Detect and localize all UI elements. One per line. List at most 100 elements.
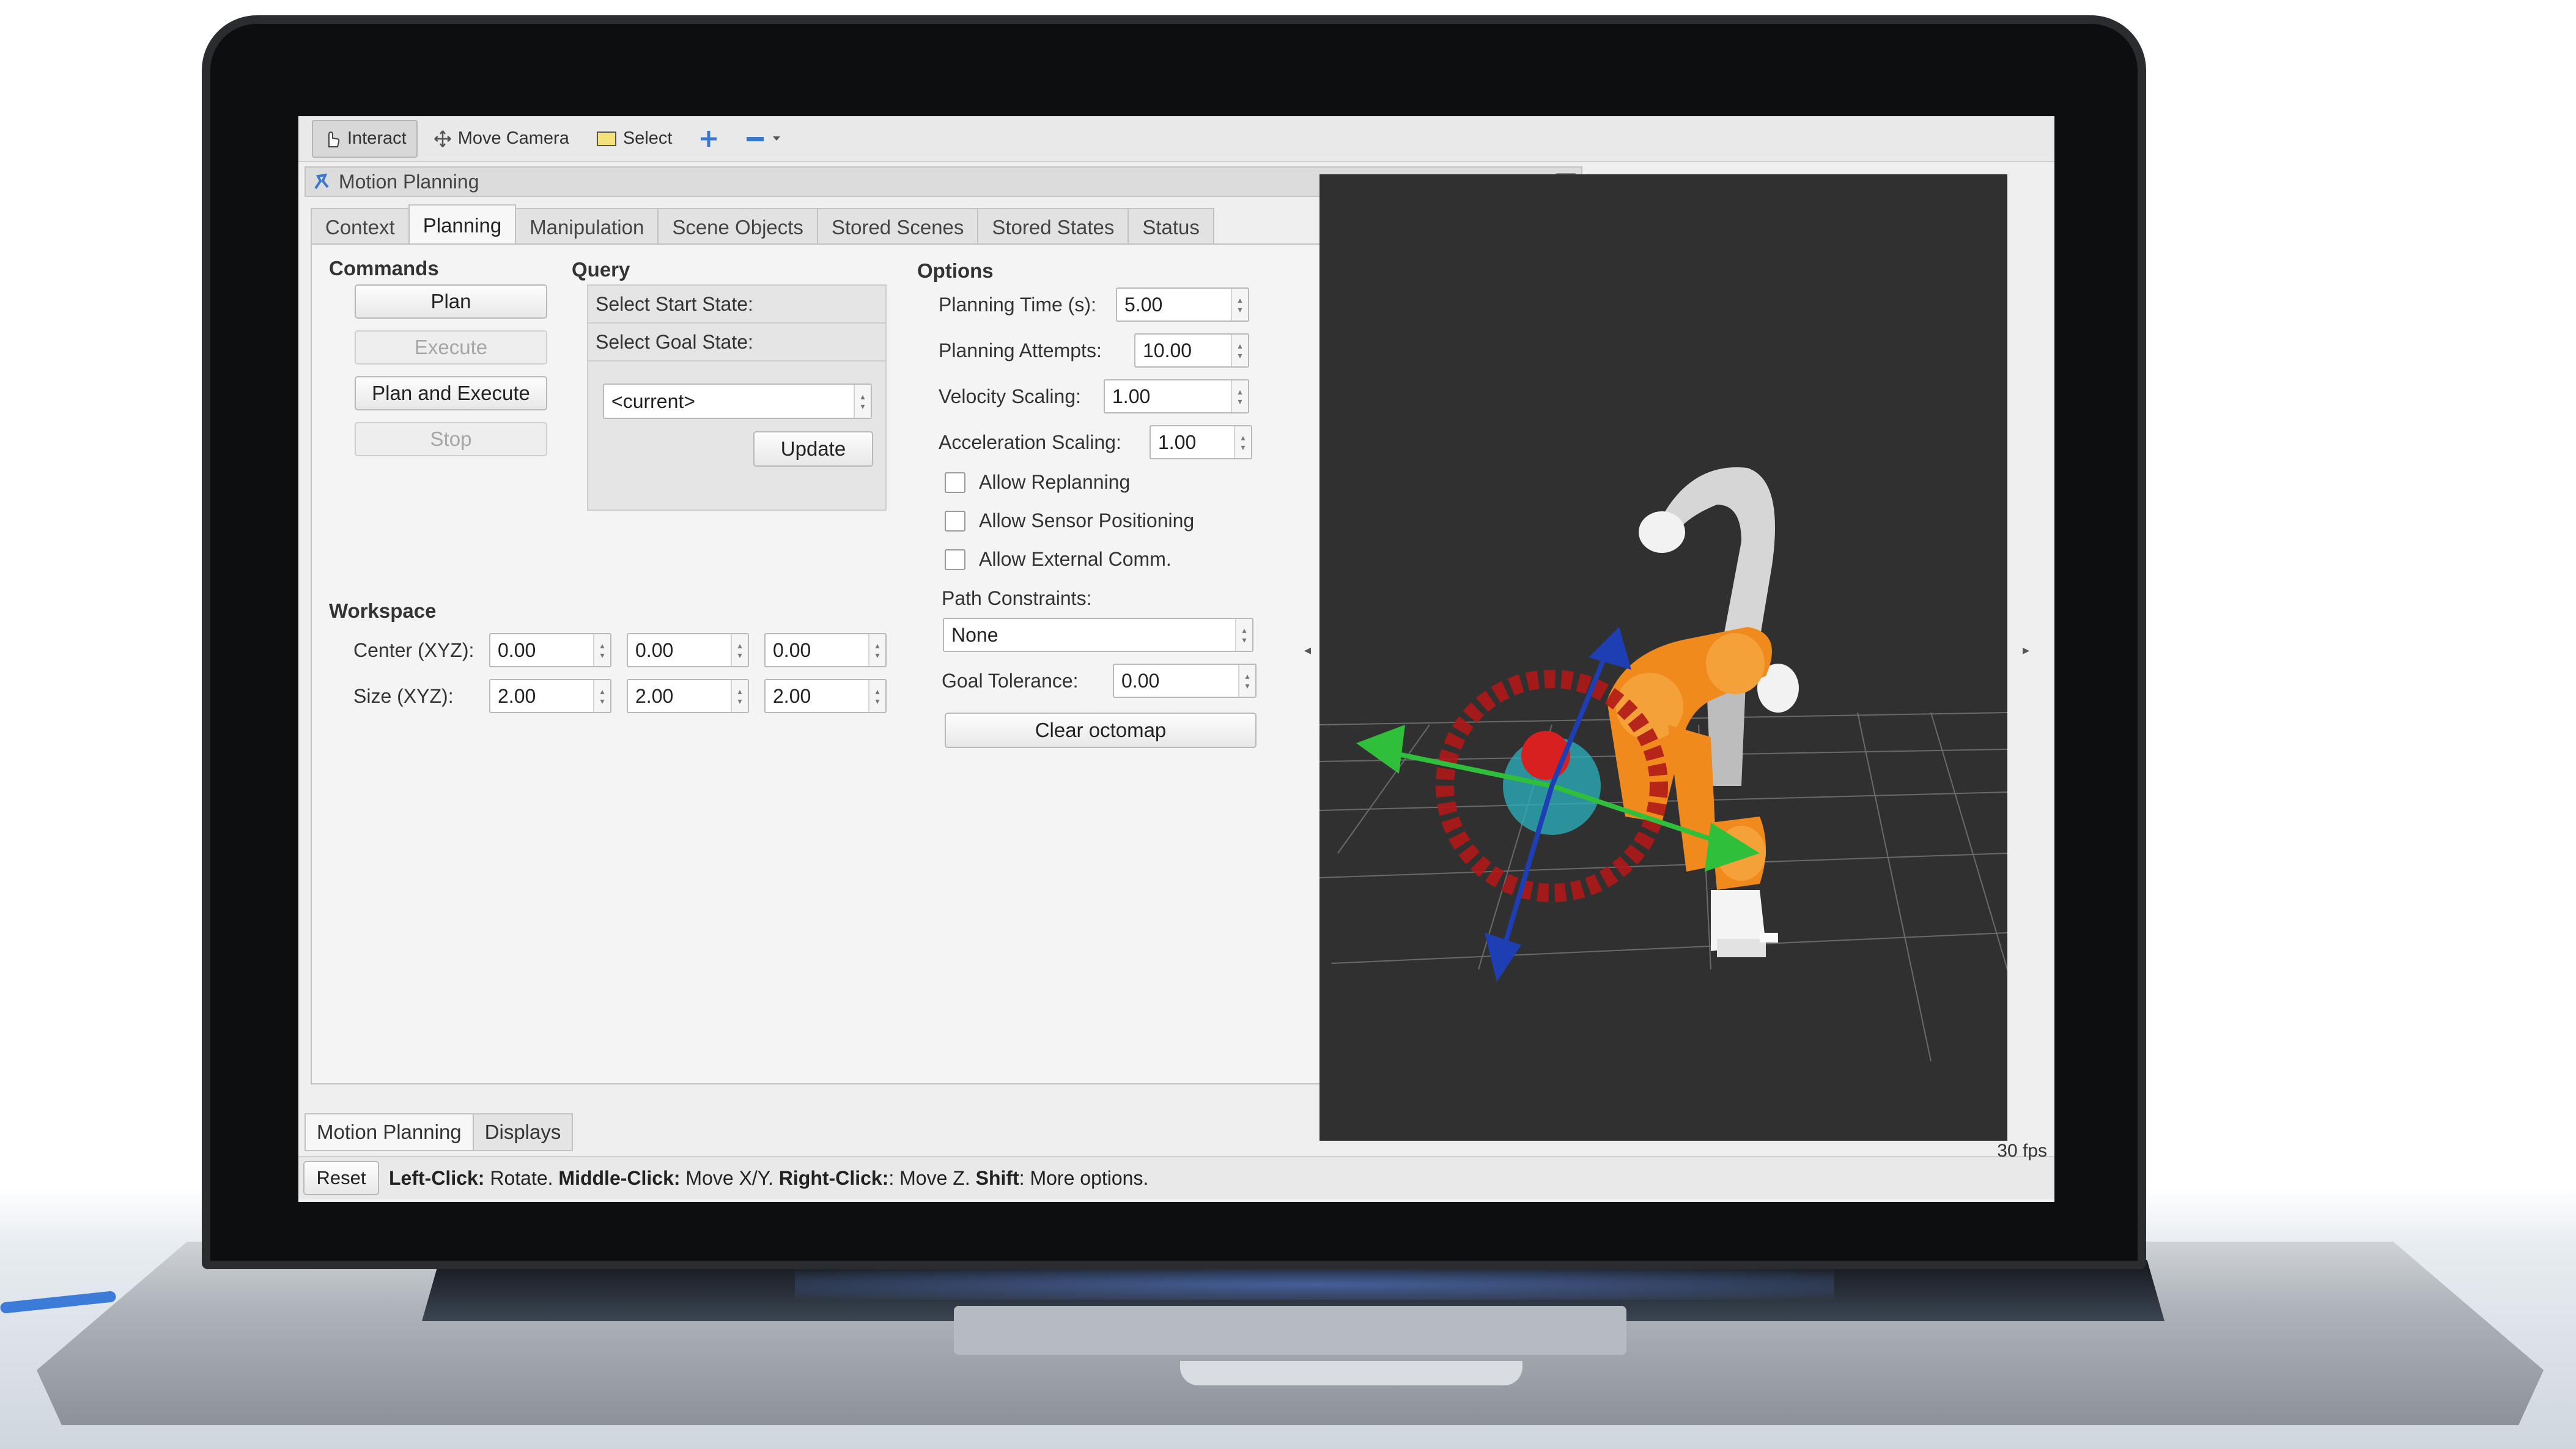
center-y-input[interactable]: 0.00 ▴ ▾ [627, 633, 749, 667]
allow-replanning-checkbox[interactable]: Allow Replanning [945, 471, 1130, 494]
spinner-arrows-icon[interactable]: ▴ ▾ [1238, 665, 1255, 697]
size-z-value: 2.00 [773, 684, 811, 707]
clear-octomap-button[interactable]: Clear octomap [945, 713, 1257, 748]
size-y-input[interactable]: 2.00 ▴ ▾ [627, 679, 749, 713]
splitter-left-arrow-icon[interactable]: ◂ [1304, 642, 1311, 658]
query-box: Select Start State: Select Goal State: <… [587, 284, 887, 511]
goal-tolerance-label: Goal Tolerance: [942, 670, 1079, 692]
path-constraints-label: Path Constraints: [942, 587, 1092, 609]
goal-tolerance-input[interactable]: 0.00 ▴ ▾ [1113, 664, 1257, 698]
status-bar: Reset Left-Click: Rotate. Middle-Click: … [298, 1156, 2054, 1199]
checkbox-box[interactable] [945, 549, 965, 570]
tab-planning[interactable]: Planning [408, 204, 517, 246]
tab-scene-objects[interactable]: Scene Objects [657, 208, 818, 246]
interact-tool-button[interactable]: Interact [312, 119, 418, 158]
robot-arm [1607, 467, 1799, 957]
velocity-scaling-value: 1.00 [1112, 385, 1151, 407]
select-tool-button[interactable]: Select [585, 120, 684, 158]
shift-desc: : More options. [1019, 1166, 1149, 1189]
center-xyz-label: Center (XYZ): [353, 639, 474, 661]
spinner-arrows-icon[interactable]: ▴ ▾ [593, 680, 610, 712]
tab-manipulation[interactable]: Manipulation [515, 208, 659, 246]
spinner-arrows-icon[interactable]: ▴ ▾ [731, 680, 748, 712]
reset-button[interactable]: Reset [303, 1161, 379, 1195]
dock-tabs: Motion Planning Displays [304, 1113, 574, 1151]
path-constraints-value: None [951, 623, 998, 646]
spinner-arrows-icon[interactable]: ▴ ▾ [868, 634, 885, 666]
size-y-value: 2.00 [635, 684, 674, 707]
spinner-arrows-icon[interactable]: ▴ ▾ [1234, 426, 1251, 458]
middle-click-desc: Move X/Y. [680, 1166, 779, 1189]
select-label: Select [622, 128, 673, 148]
query-heading: Query [572, 258, 630, 281]
select-start-state[interactable]: Select Start State: [588, 286, 885, 324]
panel-title: Motion Planning [339, 170, 479, 193]
size-x-input[interactable]: 2.00 ▴ ▾ [489, 679, 611, 713]
hand-pointer-icon [323, 130, 341, 148]
tab-displays[interactable]: Displays [472, 1113, 574, 1151]
path-constraints-dropdown[interactable]: None ▴ ▾ [943, 618, 1253, 652]
move-camera-tool-button[interactable]: Move Camera [423, 120, 580, 158]
motion-planning-icon [313, 172, 330, 191]
allow-replanning-label: Allow Replanning [979, 471, 1131, 493]
center-x-input[interactable]: 0.00 ▴ ▾ [489, 633, 611, 667]
planning-time-input[interactable]: 5.00 ▴ ▾ [1116, 287, 1249, 322]
spinner-arrows-icon[interactable]: ▴ ▾ [1231, 380, 1248, 412]
size-z-input[interactable]: 2.00 ▴ ▾ [764, 679, 887, 713]
toolbar: Interact Move Camera Select [298, 116, 2054, 162]
allow-external-comm-label: Allow External Comm. [979, 548, 1172, 570]
status-help-text: Left-Click: Rotate. Middle-Click: Move X… [389, 1167, 1148, 1190]
laptop-notch [1180, 1361, 1522, 1385]
fps-counter: 30 fps [1997, 1141, 2047, 1161]
remove-tool-dropdown[interactable] [734, 120, 792, 158]
cable [0, 1291, 117, 1314]
velocity-scaling-input[interactable]: 1.00 ▴ ▾ [1104, 379, 1249, 413]
select-box-icon [596, 130, 617, 147]
plan-button[interactable]: Plan [355, 284, 547, 319]
spinner-arrows-icon[interactable]: ▴ ▾ [868, 680, 885, 712]
goal-state-dropdown[interactable]: <current> ▴ ▾ [603, 384, 872, 419]
splitter-right-arrow-icon[interactable]: ▸ [2023, 642, 2029, 658]
allow-sensor-positioning-checkbox[interactable]: Allow Sensor Positioning [945, 510, 1194, 532]
acceleration-scaling-input[interactable]: 1.00 ▴ ▾ [1150, 425, 1252, 459]
middle-click-key: Middle-Click: [558, 1166, 681, 1189]
add-tool-button[interactable] [688, 120, 729, 158]
center-z-value: 0.00 [773, 639, 811, 661]
plan-and-execute-button[interactable]: Plan and Execute [355, 376, 547, 410]
size-x-value: 2.00 [498, 684, 536, 707]
checkbox-box[interactable] [945, 472, 965, 493]
allow-external-comm-checkbox[interactable]: Allow External Comm. [945, 548, 1172, 571]
select-goal-state[interactable]: Select Goal State: [588, 324, 885, 361]
right-click-key: Right-Click: [778, 1166, 889, 1189]
options-heading: Options [917, 259, 994, 282]
planning-time-label: Planning Time (s): [939, 294, 1096, 316]
shift-key: Shift [975, 1166, 1019, 1189]
center-z-input[interactable]: 0.00 ▴ ▾ [764, 633, 887, 667]
stop-button[interactable]: Stop [355, 422, 547, 456]
update-button[interactable]: Update [753, 431, 873, 467]
spinner-arrows-icon[interactable]: ▴ ▾ [593, 634, 610, 666]
move-camera-icon [434, 130, 452, 148]
tab-stored-scenes[interactable]: Stored Scenes [816, 208, 979, 246]
start-state-label: Select Start State: [596, 292, 753, 315]
interact-label: Interact [347, 128, 407, 148]
tab-status[interactable]: Status [1127, 208, 1214, 246]
execute-button[interactable]: Execute [355, 330, 547, 365]
panel-tabs: Context Planning Manipulation Scene Obje… [311, 204, 1214, 246]
chevron-down-icon [772, 136, 781, 142]
spinner-arrows-icon[interactable]: ▴ ▾ [1231, 335, 1248, 366]
tab-context[interactable]: Context [311, 208, 410, 246]
3d-viewport[interactable] [1319, 174, 2007, 1141]
spinner-arrows-icon[interactable]: ▴ ▾ [1231, 289, 1248, 321]
spinner-arrows-icon[interactable]: ▴ ▾ [731, 634, 748, 666]
tab-stored-states[interactable]: Stored States [977, 208, 1129, 246]
velocity-scaling-label: Velocity Scaling: [939, 385, 1082, 407]
planning-attempts-value: 10.00 [1143, 339, 1192, 361]
minus-icon [745, 135, 766, 143]
planning-attempts-input[interactable]: 10.00 ▴ ▾ [1134, 333, 1249, 368]
goal-tolerance-value: 0.00 [1121, 669, 1160, 692]
tab-motion-planning[interactable]: Motion Planning [304, 1113, 474, 1151]
move-camera-label: Move Camera [457, 128, 569, 148]
checkbox-box[interactable] [945, 510, 965, 532]
commands-heading: Commands [329, 257, 439, 280]
